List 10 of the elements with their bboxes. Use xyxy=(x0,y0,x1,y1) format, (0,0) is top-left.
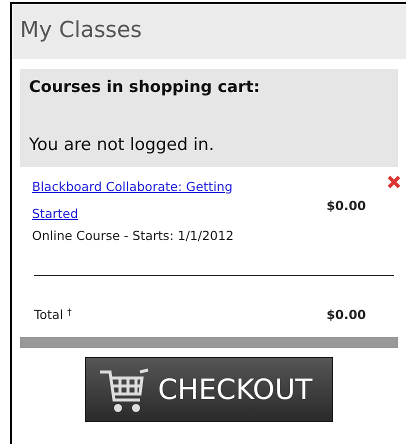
total-label: Total $^{†}$ xyxy=(34,306,72,324)
cart-heading: Courses in shopping cart: xyxy=(29,76,261,98)
cart-icon xyxy=(98,366,150,414)
total-amount: $0.00 xyxy=(326,306,366,324)
item-price: $0.00 xyxy=(326,196,366,214)
panel-title: My Classes xyxy=(12,4,406,59)
course-details: Online Course - Starts: 1/1/2012 xyxy=(32,226,235,244)
checkout-button[interactable]: CHECKOUT xyxy=(85,357,333,422)
login-notice: You are not logged in. xyxy=(29,134,216,157)
course-link[interactable]: Blackboard Collaborate: Getting Started xyxy=(32,172,262,226)
